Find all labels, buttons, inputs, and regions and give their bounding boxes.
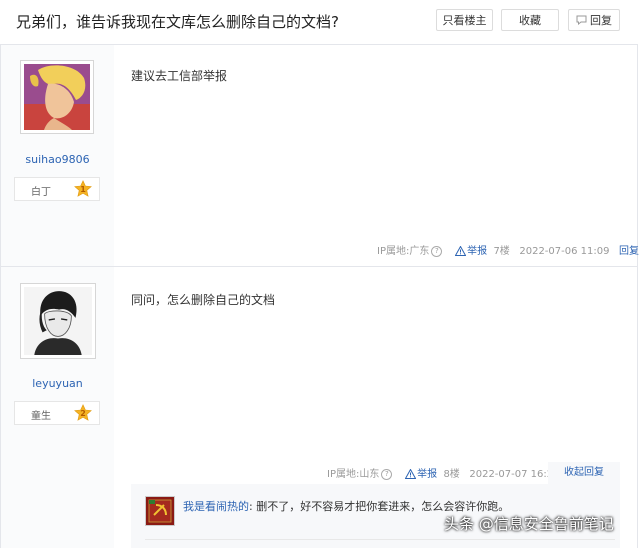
reply-button[interactable]: 回复 xyxy=(568,9,620,31)
rank-badge: 白丁 1 xyxy=(14,177,100,201)
svg-text:1: 1 xyxy=(80,185,86,194)
sub-reply-username[interactable]: 我是看闹热的 xyxy=(183,500,249,513)
rank-label: 童生 xyxy=(31,411,51,422)
username-link[interactable]: leyuyuan xyxy=(1,377,114,390)
sub-reply-avatar[interactable] xyxy=(145,496,175,526)
post-floor-7: suihao9806 白丁 1 建议去工信部举报 IP属地:广东? 举报 7楼 … xyxy=(1,45,639,266)
rank-label: 白丁 xyxy=(31,187,51,198)
rank-badge: 童生 2 xyxy=(14,401,100,425)
sub-reply-avatar-image xyxy=(146,497,174,525)
svg-text:2: 2 xyxy=(80,409,86,418)
thread-title: 兄弟们，谁告诉我现在文库怎么删除自己的文档? xyxy=(16,13,339,31)
question-icon: ? xyxy=(381,468,393,480)
post-content: 同问，怎么删除自己的文档 xyxy=(131,293,276,307)
thread-header: 兄弟们，谁告诉我现在文库怎么删除自己的文档? 只看楼主 收藏 回复 xyxy=(0,0,638,45)
sub-reply-content: : 删不了，好不容易才把你套进来，怎么会容许你跑。 xyxy=(249,500,510,513)
level-star-icon: 1 xyxy=(74,180,92,197)
reply-button-label: 回复 xyxy=(590,14,612,27)
ip-location: IP属地:山东 xyxy=(327,469,380,480)
post-time: 2022-07-06 11:09 xyxy=(519,246,610,257)
sub-reply-text: 我是看闹热的: 删不了，好不容易才把你套进来，怎么会容许你跑。 xyxy=(183,498,509,514)
watermark: 头条 @信息安全鲁前笔记 xyxy=(444,515,614,533)
avatar-image xyxy=(24,287,92,355)
report-link[interactable]: 举报 xyxy=(417,469,437,480)
sub-reply-divider xyxy=(145,539,615,540)
avatar[interactable] xyxy=(20,283,96,359)
floor-number: 8楼 xyxy=(443,469,460,480)
floor-number: 7楼 xyxy=(493,246,510,257)
warning-icon xyxy=(455,246,467,256)
report-link[interactable]: 举报 xyxy=(467,246,487,257)
post-meta: IP属地:山东? 举报 8楼 2022-07-07 16:20 xyxy=(327,465,559,480)
author-sidebar: suihao9806 白丁 1 xyxy=(1,45,114,266)
comment-icon xyxy=(576,15,587,26)
post-time: 2022-07-07 16:20 xyxy=(469,469,560,480)
author-sidebar: leyuyuan 童生 2 xyxy=(1,267,114,548)
avatar-image xyxy=(24,64,90,130)
avatar[interactable] xyxy=(20,60,94,134)
collapse-replies-button[interactable]: 收起回复 xyxy=(548,462,620,484)
favorite-button[interactable]: 收藏 xyxy=(501,9,559,31)
warning-icon xyxy=(405,469,417,479)
level-star-icon: 2 xyxy=(74,404,92,421)
ip-location: IP属地:广东 xyxy=(377,246,430,257)
reply-link[interactable]: 回复 xyxy=(619,246,639,257)
only-op-button[interactable]: 只看楼主 xyxy=(436,9,493,31)
username-link[interactable]: suihao9806 xyxy=(1,153,114,166)
post-content: 建议去工信部举报 xyxy=(131,69,228,83)
question-icon: ? xyxy=(431,245,443,257)
post-meta: IP属地:广东? 举报 7楼 2022-07-06 11:09 回复 xyxy=(377,242,639,257)
